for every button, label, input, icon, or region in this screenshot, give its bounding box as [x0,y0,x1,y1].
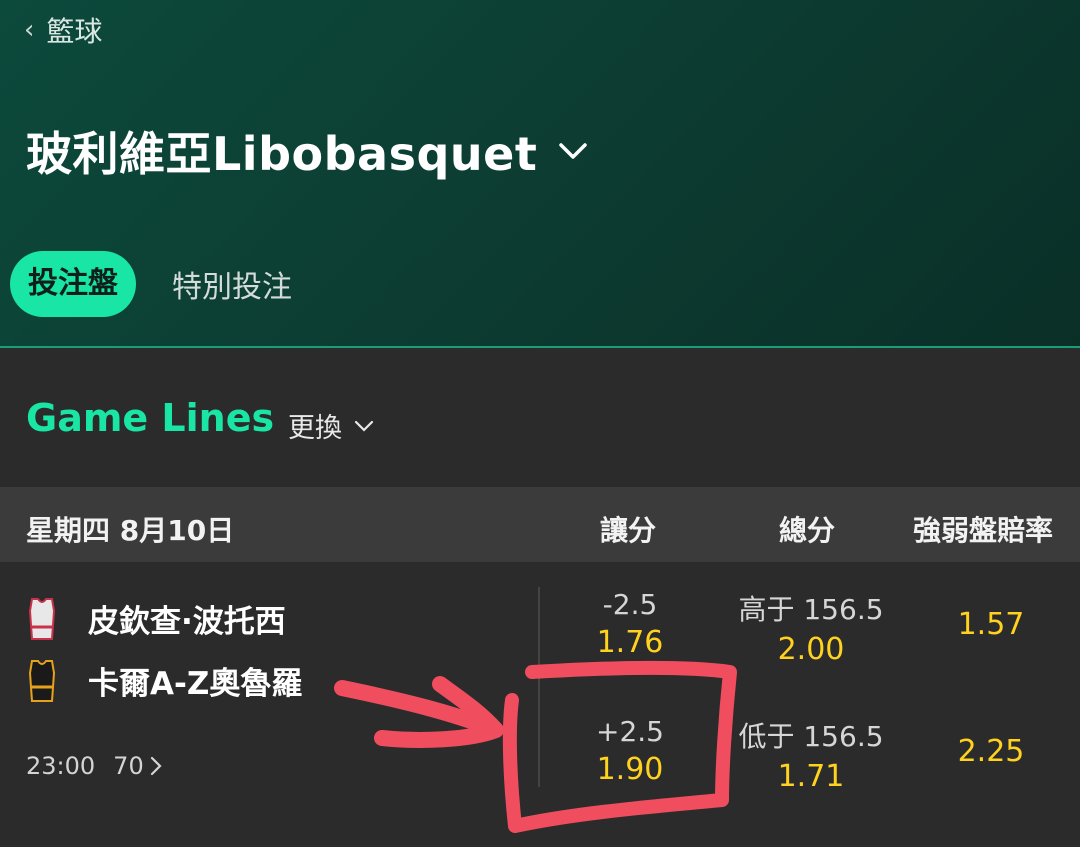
match-meta: 23:00 70 [26,752,162,780]
markets-count: 70 [113,752,144,780]
total-under-odds[interactable]: 低于 156.5 1.71 [721,715,901,794]
spread-price: 1.90 [596,752,664,787]
spread-away-odds[interactable]: +2.5 1.90 [540,715,720,787]
team-home: 皮欽查·波托西 [26,596,286,641]
back-button[interactable]: ‹ 籃球 [24,10,102,50]
market-tabs: 投注盤 特別投注 [10,251,292,317]
jersey-icon [28,597,56,640]
spread-line: -2.5 [602,588,658,621]
moneyline-home-odds[interactable]: 1.57 [911,607,1071,642]
game-lines-section: Game Lines 更換 [0,348,1080,487]
switch-market-dropdown[interactable]: 更換 [288,406,374,445]
column-moneyline: 強弱盤賠率 [913,514,1054,547]
back-label: 籃球 [46,15,103,48]
switch-label: 更換 [288,413,342,444]
tab-betting-lines[interactable]: 投注盤 [10,251,136,317]
more-markets-link[interactable]: 70 [113,752,162,780]
chevron-down-icon [559,143,588,159]
spread-home-odds[interactable]: -2.5 1.76 [540,588,720,660]
column-header-row: 星期四 8月10日 讓分 總分 強弱盤賠率 [0,487,1080,562]
chevron-left-icon: ‹ [24,15,35,45]
spread-line: +2.5 [596,715,664,748]
total-price: 2.00 [777,632,845,667]
match-row[interactable]: 皮欽查·波托西 卡爾A-Z奧魯羅 23:00 70 -2.5 1.76 +2.5… [0,562,1080,847]
match-date: 星期四 8月10日 [26,514,235,547]
column-spread: 讓分 [600,514,657,547]
total-over-odds[interactable]: 高于 156.5 2.00 [721,588,901,667]
spread-price: 1.76 [596,625,664,660]
jersey-icon [28,659,56,702]
total-price: 1.71 [777,759,845,794]
moneyline-away-odds[interactable]: 2.25 [911,734,1071,769]
page-header: ‹ 籃球 玻利維亞Libobasquet 投注盤 特別投注 [0,0,1080,346]
league-selector[interactable]: 玻利維亞Libobasquet [26,118,589,184]
column-total: 總分 [779,514,836,547]
league-title: 玻利維亞Libobasquet [26,127,538,181]
section-title: Game Lines [26,396,275,440]
total-line: 高于 156.5 [738,593,884,626]
chevron-down-icon [354,420,374,432]
tab-special-bets[interactable]: 特別投注 [172,262,292,306]
team-home-name: 皮欽查·波托西 [88,604,286,640]
match-time: 23:00 [26,752,96,780]
team-away: 卡爾A-Z奧魯羅 [26,658,302,703]
total-line: 低于 156.5 [738,720,884,753]
team-away-name: 卡爾A-Z奧魯羅 [88,666,303,702]
chevron-right-icon [150,756,162,776]
